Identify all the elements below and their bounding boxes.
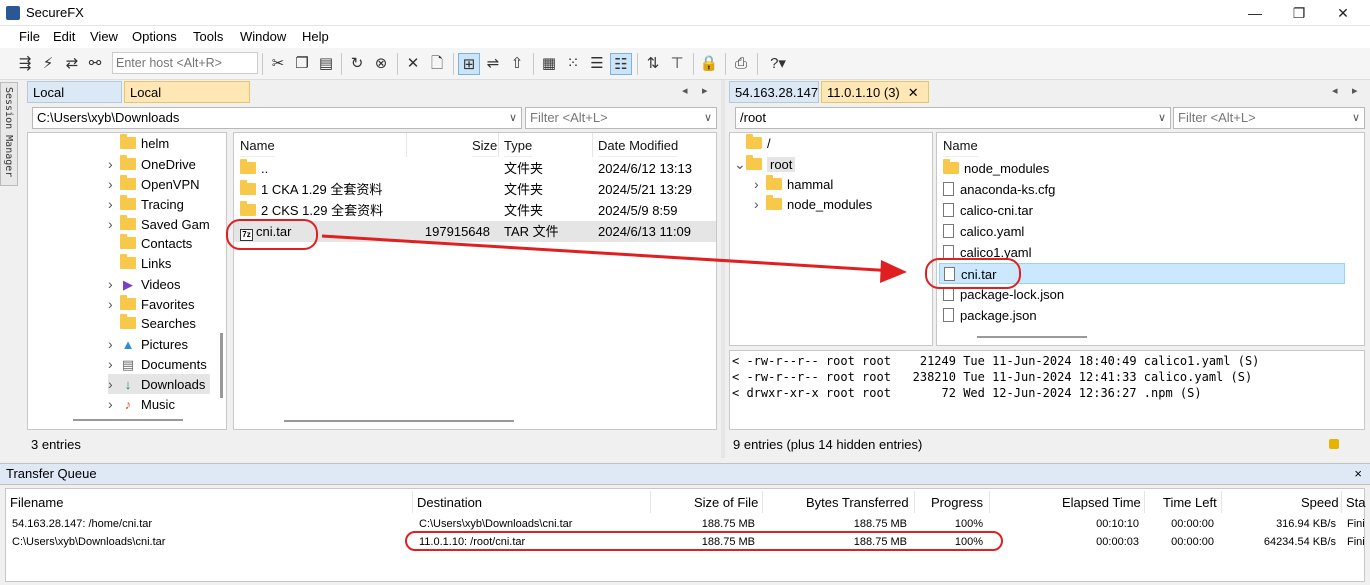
annotation-arrow-head <box>880 260 907 283</box>
annotation-arrow <box>321 234 907 283</box>
annotation-arrow-line <box>321 234 896 273</box>
